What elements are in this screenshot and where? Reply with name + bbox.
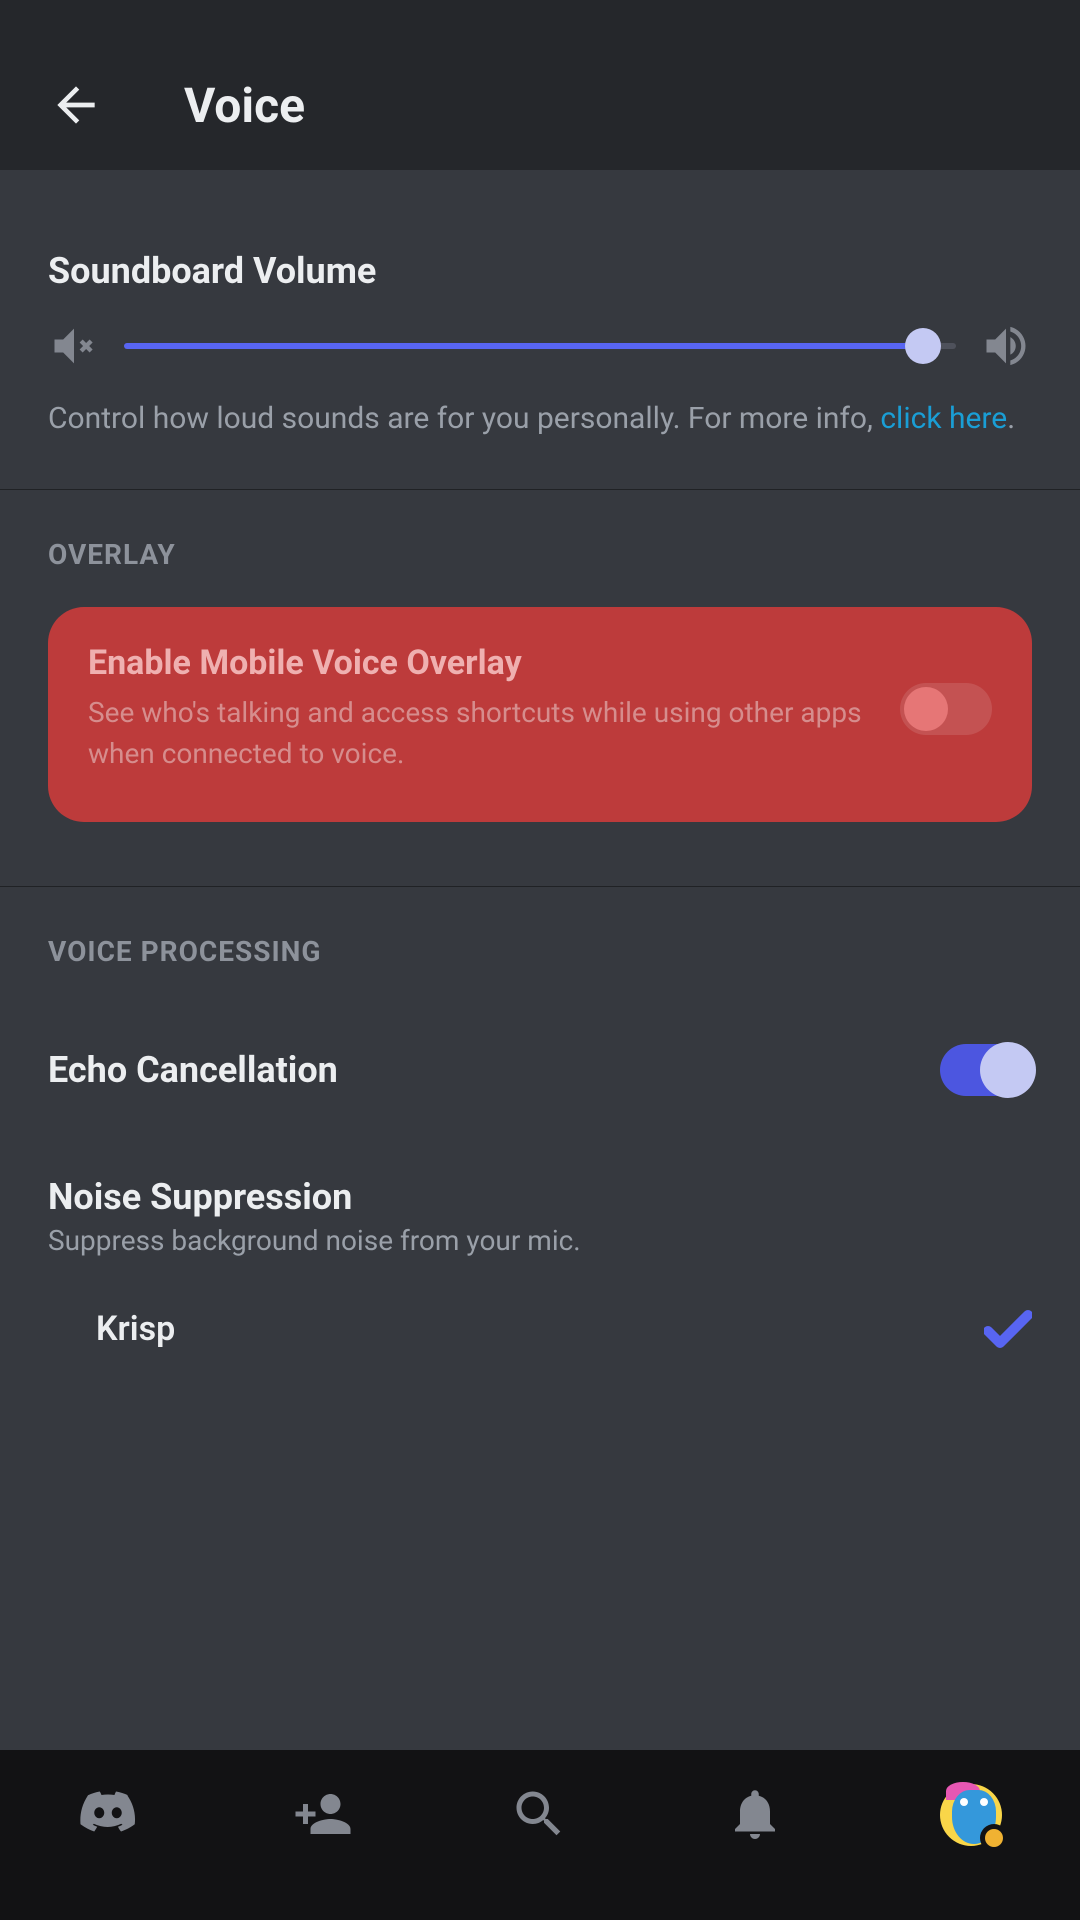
soundboard-slider-row bbox=[48, 320, 1032, 372]
echo-cancellation-toggle[interactable] bbox=[940, 1044, 1032, 1096]
volume-mute-icon[interactable] bbox=[48, 320, 100, 372]
voice-processing-header: VOICE PROCESSING bbox=[48, 935, 1032, 968]
nav-notifications-icon[interactable] bbox=[725, 1784, 785, 1844]
overlay-card-text: Enable Mobile Voice Overlay See who's ta… bbox=[88, 643, 876, 774]
header: Voice bbox=[0, 0, 1080, 170]
nav-profile-avatar[interactable] bbox=[940, 1784, 1002, 1846]
volume-max-icon[interactable] bbox=[980, 320, 1032, 372]
toggle-knob bbox=[904, 687, 948, 731]
nav-home-icon[interactable] bbox=[78, 1784, 138, 1844]
noise-suppression-desc: Suppress background noise from your mic. bbox=[48, 1224, 1032, 1257]
soundboard-desc-text: Control how loud sounds are for you pers… bbox=[48, 401, 880, 436]
bottom-nav bbox=[0, 1750, 1080, 1920]
noise-suppression-row: Noise Suppression Suppress background no… bbox=[48, 1136, 1032, 1267]
check-icon bbox=[984, 1307, 1032, 1351]
click-here-link[interactable]: click here bbox=[880, 401, 1007, 436]
echo-cancellation-title: Echo Cancellation bbox=[48, 1049, 338, 1091]
page-title: Voice bbox=[184, 77, 305, 134]
mobile-voice-overlay-card[interactable]: Enable Mobile Voice Overlay See who's ta… bbox=[48, 607, 1032, 822]
mobile-voice-overlay-toggle[interactable] bbox=[900, 683, 992, 735]
avatar-status-idle-icon bbox=[980, 1824, 1008, 1852]
soundboard-section: Soundboard Volume Control how loud sound… bbox=[0, 170, 1080, 489]
toggle-knob bbox=[980, 1042, 1036, 1098]
echo-cancellation-row[interactable]: Echo Cancellation bbox=[48, 1004, 1032, 1136]
soundboard-description: Control how loud sounds are for you pers… bbox=[48, 396, 1032, 441]
soundboard-volume-slider[interactable] bbox=[124, 343, 956, 349]
back-arrow-icon[interactable] bbox=[48, 77, 104, 133]
overlay-card-desc: See who's talking and access shortcuts w… bbox=[88, 693, 876, 774]
overlay-section: OVERLAY Enable Mobile Voice Overlay See … bbox=[0, 489, 1080, 886]
voice-processing-section: VOICE PROCESSING Echo Cancellation Noise… bbox=[0, 886, 1080, 1439]
option-label: Krisp bbox=[96, 1309, 175, 1349]
period: . bbox=[1007, 401, 1015, 436]
nav-friends-icon[interactable] bbox=[293, 1784, 353, 1844]
soundboard-title: Soundboard Volume bbox=[48, 250, 1032, 292]
slider-thumb[interactable] bbox=[905, 328, 941, 364]
overlay-card-title: Enable Mobile Voice Overlay bbox=[88, 643, 876, 683]
noise-suppression-title: Noise Suppression bbox=[48, 1176, 1032, 1218]
nav-search-icon[interactable] bbox=[509, 1784, 569, 1844]
noise-suppression-option-krisp[interactable]: Krisp bbox=[48, 1267, 1032, 1391]
overlay-section-header: OVERLAY bbox=[48, 538, 1032, 571]
